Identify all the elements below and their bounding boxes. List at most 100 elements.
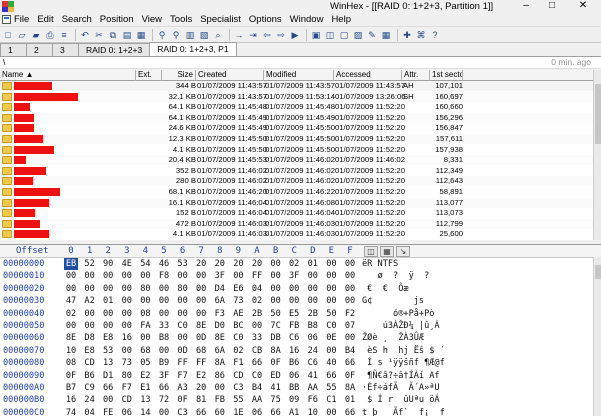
go-offset-icon[interactable]: → — [233, 29, 245, 41]
hex-byte[interactable]: 55 — [231, 394, 245, 406]
hex-byte[interactable]: C0 — [250, 370, 264, 382]
hex-byte[interactable]: 16 — [120, 332, 134, 344]
hex-byte[interactable]: 00 — [176, 270, 190, 282]
tab-2[interactable]: 2 — [26, 43, 53, 56]
hex-byte[interactable]: 00 — [64, 283, 78, 295]
hex-byte[interactable]: 00 — [269, 295, 283, 307]
hex-byte[interactable]: 86 — [213, 370, 227, 382]
hex-byte[interactable]: E8 — [83, 345, 97, 357]
ascii-text[interactable]: èS h hj Ëŝ $ ´ — [362, 345, 445, 357]
hex-byte[interactable]: 00 — [83, 270, 97, 282]
hex-byte[interactable]: 08 — [138, 308, 152, 320]
hex-byte[interactable]: F7 — [120, 382, 134, 394]
hex-byte[interactable]: 1E — [231, 407, 245, 416]
hex-byte[interactable]: FB — [213, 394, 227, 406]
hex-byte[interactable]: B4 — [343, 345, 357, 357]
hex-byte[interactable]: 00 — [343, 295, 357, 307]
hex-scrollbar[interactable] — [593, 257, 601, 416]
close-icon[interactable]: ✕ — [565, 0, 601, 13]
ascii-text[interactable]: ú3ÀŽÐ¼ |û¸À — [362, 320, 440, 332]
hex-byte[interactable]: 00 — [306, 283, 320, 295]
hex-byte[interactable]: 66 — [157, 382, 171, 394]
hex-byte[interactable]: 0F — [64, 370, 78, 382]
hex-byte[interactable]: E2 — [194, 370, 208, 382]
hex-byte[interactable]: A3 — [176, 382, 190, 394]
hex-row[interactable]: 00000090 0F B6 D1 80 E2 3F F7 E2 86 CD C0 ED 06 41 66 0F… — [0, 370, 601, 382]
hex-byte[interactable]: BB — [287, 382, 301, 394]
hex-byte[interactable]: 00 — [64, 270, 78, 282]
hex-byte[interactable]: 3F — [157, 370, 171, 382]
hex-byte[interactable]: FF — [176, 357, 190, 369]
hex-byte[interactable]: 8E — [64, 332, 78, 344]
column-header-4[interactable]: Modified — [264, 70, 334, 81]
hex-byte[interactable]: 16 — [287, 345, 301, 357]
hex-row[interactable]: 00000080 08 CD 13 73 05 B9 FF FF 8A F1 66 0F B6 C6 40 66… — [0, 357, 601, 369]
file-row[interactable]: 152 B 01/07/2009 11:46:04 01/07/2009 11:46… — [0, 208, 601, 219]
hex-byte[interactable]: 00 — [138, 270, 152, 282]
ascii-text[interactable]: ø ? ÿ ? — [362, 270, 430, 282]
hex-byte[interactable]: 68 — [194, 345, 208, 357]
hex-byte[interactable]: 06 — [306, 332, 320, 344]
hex-byte[interactable]: 10 — [306, 407, 320, 416]
hex-byte[interactable]: F7 — [176, 370, 190, 382]
hex-byte[interactable]: F3 — [213, 308, 227, 320]
hex-byte[interactable]: 0F — [176, 394, 190, 406]
hex-byte[interactable]: 66 — [269, 407, 283, 416]
hex-byte[interactable]: D8 — [83, 332, 97, 344]
menu-file[interactable]: File — [0, 14, 33, 25]
tab-4[interactable]: RAID 0: 1+2+3 — [78, 43, 151, 56]
file-row[interactable]: 472 B 01/07/2009 11:46:03 01/07/2009 11:46… — [0, 218, 601, 229]
hex-byte[interactable]: 0F — [269, 357, 283, 369]
hex-byte[interactable]: E1 — [138, 382, 152, 394]
tab-3[interactable]: 3 — [52, 43, 79, 56]
hex-byte[interactable]: 16 — [64, 394, 78, 406]
ascii-text[interactable]: ëR NTFS — [362, 258, 398, 270]
hex-byte[interactable]: 24 — [306, 345, 320, 357]
hex-byte[interactable]: BC — [231, 320, 245, 332]
hex-byte[interactable]: 06 — [250, 407, 264, 416]
arrow-icon[interactable]: ↘ — [396, 246, 410, 257]
hex-byte[interactable]: CB — [250, 345, 264, 357]
ascii-text[interactable]: t þ Ãf` f¡ f — [362, 407, 445, 416]
hash-icon[interactable]: ⌘ — [415, 29, 427, 41]
hex-byte[interactable]: ED — [269, 370, 283, 382]
hex-byte[interactable]: 00 — [120, 270, 134, 282]
hex-byte[interactable]: 00 — [250, 320, 264, 332]
hex-byte[interactable]: 50 — [324, 308, 338, 320]
menu-options[interactable]: Options — [245, 14, 286, 25]
hex-byte[interactable]: FB — [287, 320, 301, 332]
hex-row[interactable]: 00000000 EB 52 90 4E 54 46 53 20 20 20 20 00 02 01 00 00… — [0, 258, 601, 270]
hex-byte[interactable]: 00 — [101, 270, 115, 282]
hex-byte[interactable]: 3F — [287, 270, 301, 282]
column-header-3[interactable]: Created — [196, 70, 264, 81]
menu-view[interactable]: View — [138, 14, 166, 25]
hex-byte[interactable]: 41 — [306, 370, 320, 382]
hex-byte[interactable]: C0 — [231, 332, 245, 344]
open-icon[interactable]: ▱ — [16, 29, 28, 41]
hex-byte[interactable]: 00 — [324, 407, 338, 416]
menu-help[interactable]: Help — [327, 14, 355, 25]
hex-byte[interactable]: 73 — [120, 357, 134, 369]
hex-byte[interactable]: 4E — [120, 258, 134, 270]
save-icon[interactable]: ▰ — [30, 29, 42, 41]
hex-byte[interactable]: E6 — [231, 283, 245, 295]
hex-byte[interactable]: 05 — [138, 357, 152, 369]
hex-byte[interactable]: 00 — [324, 258, 338, 270]
properties-icon[interactable]: ≡ — [58, 29, 70, 41]
ascii-text[interactable]: Í s ¹ÿÿŝñf ¶Æ@f — [362, 357, 445, 369]
hex-byte[interactable]: 06 — [287, 370, 301, 382]
menu-tools[interactable]: Tools — [166, 14, 196, 25]
hex-row[interactable]: 00000070 10 E8 53 00 68 00 0D 68 6A 02 CB 8A 16 24 00 B4… — [0, 345, 601, 357]
file-row[interactable]: 4.1 KB 01/07/2009 11:46:03 01/07/2009 11:4… — [0, 229, 601, 240]
hex-byte[interactable]: 00 — [287, 283, 301, 295]
hex-byte[interactable]: 52 — [83, 258, 97, 270]
hex-byte[interactable]: 00 — [101, 394, 115, 406]
hex-byte[interactable]: 14 — [138, 407, 152, 416]
hex-byte[interactable]: 04 — [83, 407, 97, 416]
hex-byte[interactable]: 0D — [194, 332, 208, 344]
hex-byte[interactable]: 20 — [194, 258, 208, 270]
ascii-text[interactable]: ó®+På+Pò — [362, 308, 434, 320]
menu-position[interactable]: Position — [96, 14, 138, 25]
hex-byte[interactable]: 50 — [269, 308, 283, 320]
hex-byte[interactable]: 8E — [213, 332, 227, 344]
